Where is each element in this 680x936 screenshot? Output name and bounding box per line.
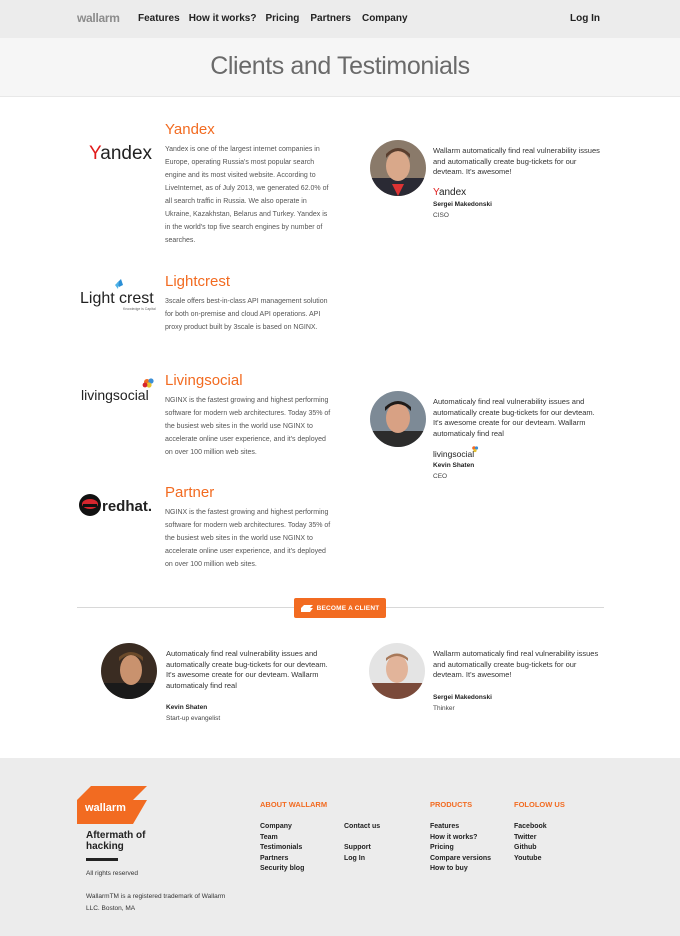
avatar — [369, 643, 425, 699]
footer-link-login[interactable]: Log In — [344, 854, 380, 865]
svg-text:Yandex: Yandex — [89, 143, 153, 164]
svg-text:livingsocial: livingsocial — [433, 449, 474, 459]
footer-products-col: Features How it works? Pricing Compare v… — [430, 822, 491, 875]
testimonial-role: CEO — [433, 473, 448, 480]
nav-pricing[interactable]: Pricing — [265, 13, 299, 24]
svg-text:Light: Light — [80, 290, 115, 307]
footer-link-support[interactable]: Support — [344, 843, 380, 854]
testimonial-quote: Automaticaly find real vulnerability iss… — [433, 397, 595, 438]
client-partner: redhat. Partner NGINX is the fastest gro… — [77, 484, 337, 574]
client-description: NGINX is the fastest growing and highest… — [165, 397, 331, 456]
page-hero: Clients and Testimonials — [0, 38, 680, 97]
footer-rights: All rights reserved — [86, 870, 139, 877]
main-nav: Features How it works? Pricing Partners … — [138, 13, 417, 24]
testimonial-role: CISO — [433, 212, 449, 219]
testimonial-author: Kevin Shaten — [433, 462, 475, 469]
client-description: Yandex is one of the largest internet co… — [165, 146, 329, 244]
footer-link-facebook[interactable]: Facebook — [514, 822, 547, 833]
wallarm-mark-icon — [300, 604, 313, 612]
footer-link-contact[interactable]: Contact us — [344, 822, 380, 833]
client-description: 3scale offers best-in-class API manageme… — [165, 298, 328, 331]
footer-about-heading: ABOUT WALLARM — [260, 800, 328, 809]
client-livingsocial: livingsocial Livingsocial NGINX is the f… — [77, 372, 337, 462]
nav-how-it-works[interactable]: How it works? — [189, 13, 257, 24]
footer-spacer — [344, 833, 380, 844]
footer-accent-bar — [86, 858, 118, 861]
footer-link-testimonials[interactable]: Testimonials — [260, 843, 304, 854]
nav-features[interactable]: Features — [138, 13, 180, 24]
page-title: Clients and Testimonials — [210, 52, 470, 80]
client-name: Yandex — [165, 121, 215, 138]
nav-partners[interactable]: Partners — [308, 13, 353, 24]
login-link[interactable]: Log In — [570, 13, 600, 24]
footer-link-youtube[interactable]: Youtube — [514, 854, 547, 865]
footer-products-heading: PRODUCTS — [430, 800, 473, 809]
footer-about-col2: Contact us Support Log In — [344, 822, 380, 864]
become-client-label: BECOME A CLIENT — [316, 604, 380, 612]
svg-text:Knowledge is Capital: Knowledge is Capital — [123, 307, 156, 311]
avatar — [370, 140, 426, 196]
footer-link-features[interactable]: Features — [430, 822, 491, 833]
testimonial-author: Kevin Shaten — [166, 704, 208, 711]
footer-link-github[interactable]: Github — [514, 843, 547, 854]
svg-text:Yandex: Yandex — [433, 187, 466, 198]
footer-link-twitter[interactable]: Twitter — [514, 833, 547, 844]
wallarm-footer-logo[interactable]: wallarm — [77, 786, 147, 824]
testimonial-quote: Wallarm automatically find real vulnerab… — [433, 146, 600, 176]
livingsocial-logo: livingsocial — [433, 445, 479, 461]
footer-trademark: WallarmTM is a registered trademark of W… — [86, 893, 226, 912]
yandex-logo: Yandex — [433, 184, 467, 200]
testimonial-card: Wallarm automatically find real vulnerab… — [370, 140, 610, 220]
lightcrest-logo: Light crest Knowledge is Capital — [77, 277, 157, 313]
footer-follow-heading: FOLOLOW US — [514, 800, 565, 809]
footer-link-company[interactable]: Company — [260, 822, 304, 833]
svg-text:livingsocial: livingsocial — [81, 387, 149, 403]
client-yandex: Yandex Yandex Yandex is one of the large… — [77, 121, 337, 261]
avatar — [101, 643, 157, 699]
wallarm-logo[interactable]: wallarm — [77, 11, 120, 25]
nav-company[interactable]: Company — [362, 13, 408, 24]
become-client-button[interactable]: BECOME A CLIENT — [294, 598, 386, 618]
testimonial-card: Automaticaly find real vulnerability iss… — [101, 643, 371, 733]
testimonial-author: Sergei Makedonski — [433, 694, 492, 701]
footer: wallarm Aftermath of hacking All rights … — [0, 758, 680, 936]
svg-text:redhat.: redhat. — [102, 498, 152, 515]
testimonial-author: Sergei Makedonski — [433, 201, 492, 208]
client-name: Lightcrest — [165, 273, 231, 290]
testimonial-card: Automaticaly find real vulnerability iss… — [370, 391, 610, 481]
footer-link-how-it-works[interactable]: How it works? — [430, 833, 491, 844]
client-name: Livingsocial — [165, 372, 243, 389]
avatar — [370, 391, 426, 447]
footer-link-partners[interactable]: Partners — [260, 854, 304, 865]
testimonial-role: Thinker — [433, 705, 455, 712]
footer-link-how-to-buy[interactable]: How to buy — [430, 864, 491, 875]
client-description: NGINX is the fastest growing and highest… — [165, 509, 331, 568]
redhat-logo: redhat. — [77, 488, 157, 524]
client-name: Partner — [165, 484, 215, 501]
livingsocial-logo: livingsocial — [77, 374, 157, 410]
footer-about-col1: Company Team Testimonials Partners Secur… — [260, 822, 304, 875]
footer-link-compare-versions[interactable]: Compare versions — [430, 854, 491, 865]
top-navigation: wallarm Features How it works? Pricing P… — [0, 0, 680, 38]
testimonial-quote: Automaticaly find real vulnerability iss… — [166, 649, 328, 690]
client-lightcrest: Light crest Knowledge is Capital Lightcr… — [77, 273, 337, 353]
testimonial-role: Start-up evangelist — [166, 715, 221, 722]
footer-tagline: Aftermath of hacking — [86, 830, 146, 852]
footer-follow-col: Facebook Twitter Github Youtube — [514, 822, 547, 864]
svg-text:wallarm: wallarm — [84, 802, 126, 814]
footer-link-security-blog[interactable]: Security blog — [260, 864, 304, 875]
svg-text:crest: crest — [119, 290, 154, 307]
footer-link-team[interactable]: Team — [260, 833, 304, 844]
testimonial-card: Wallarm automaticaly find real vulnerabi… — [369, 643, 609, 723]
testimonial-quote: Wallarm automaticaly find real vulnerabi… — [433, 649, 599, 679]
yandex-logo: Yandex — [77, 131, 157, 167]
footer-link-pricing[interactable]: Pricing — [430, 843, 491, 854]
